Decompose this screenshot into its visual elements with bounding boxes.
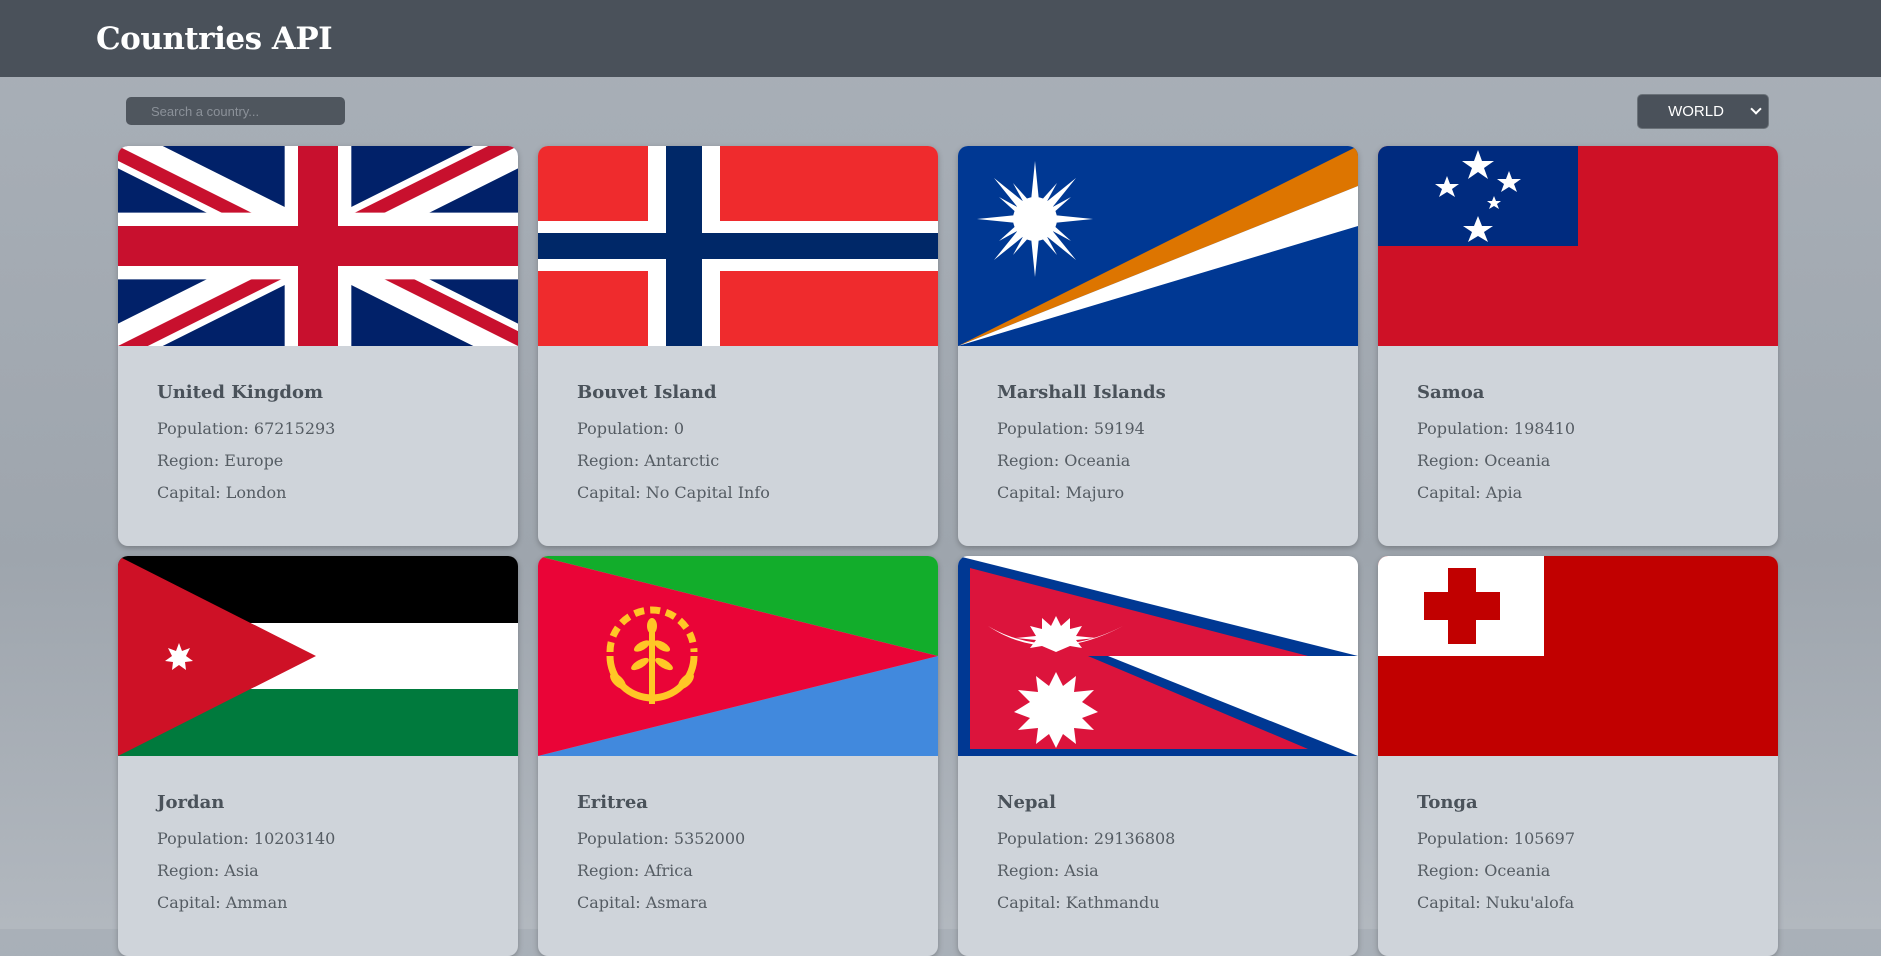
region-line: Region: Asia (157, 861, 259, 880)
population-line: Population: 0 (577, 419, 685, 438)
region-line: Region: Asia (997, 861, 1099, 880)
population-line: Population: 198410 (1417, 419, 1575, 438)
marshall-islands-flag (958, 146, 1358, 346)
country-card[interactable]: Bouvet Island Population: 0 Region: Anta… (538, 146, 938, 546)
population-line: Population: 67215293 (157, 419, 336, 438)
country-name: Marshall Islands (997, 382, 1166, 403)
country-card[interactable]: Tonga Population: 105697 Region: Oceania… (1378, 556, 1778, 956)
capital-line: Capital: London (157, 483, 287, 502)
chevron-down-icon (1750, 103, 1762, 115)
region-line: Region: Oceania (1417, 451, 1551, 470)
region-line: Region: Oceania (997, 451, 1131, 470)
region-line: Region: Europe (157, 451, 284, 470)
population-line: Population: 10203140 (157, 829, 336, 848)
country-card[interactable]: Marshall Islands Population: 59194 Regio… (958, 146, 1358, 546)
country-name: Tonga (1417, 792, 1478, 813)
capital-line: Capital: No Capital Info (577, 483, 770, 502)
capital-line: Capital: Apia (1417, 483, 1523, 502)
country-name: Samoa (1417, 382, 1485, 403)
united-kingdom-flag (118, 146, 518, 346)
nepal-flag (958, 556, 1358, 756)
country-card[interactable]: Nepal Population: 29136808 Region: Asia … (958, 556, 1358, 956)
capital-line: Capital: Asmara (577, 893, 708, 912)
country-card[interactable]: Samoa Population: 198410 Region: Oceania… (1378, 146, 1778, 546)
capital-line: Capital: Kathmandu (997, 893, 1160, 912)
controls-bar: WORLD (0, 77, 1881, 147)
population-line: Population: 29136808 (997, 829, 1176, 848)
country-name: Nepal (997, 792, 1056, 813)
region-line: Region: Antarctic (577, 451, 720, 470)
capital-line: Capital: Amman (157, 893, 288, 912)
population-line: Population: 59194 (997, 419, 1145, 438)
population-line: Population: 105697 (1417, 829, 1575, 848)
region-line: Region: Africa (577, 861, 693, 880)
jordan-flag (118, 556, 518, 756)
capital-line: Capital: Majuro (997, 483, 1125, 502)
country-name: Eritrea (577, 792, 648, 813)
country-card[interactable]: Jordan Population: 10203140 Region: Asia… (118, 556, 518, 956)
country-card[interactable]: United Kingdom Population: 67215293 Regi… (118, 146, 518, 546)
search-input[interactable] (126, 97, 345, 125)
country-card[interactable]: Eritrea Population: 5352000 Region: Afri… (538, 556, 938, 956)
samoa-flag (1378, 146, 1778, 346)
countries-grid: United Kingdom Population: 67215293 Regi… (118, 146, 1778, 956)
tonga-flag (1378, 556, 1778, 756)
country-name: Bouvet Island (577, 382, 717, 403)
region-select-value: WORLD (1668, 103, 1724, 120)
app-title: Countries API (96, 20, 333, 57)
population-line: Population: 5352000 (577, 829, 746, 848)
navbar: Countries API (0, 0, 1881, 77)
capital-line: Capital: Nuku'alofa (1417, 893, 1575, 912)
eritrea-flag (538, 556, 938, 756)
region-select[interactable]: WORLD (1637, 94, 1769, 129)
bouvet-island-flag (538, 146, 938, 346)
country-name: Jordan (157, 792, 225, 813)
region-line: Region: Oceania (1417, 861, 1551, 880)
country-name: United Kingdom (157, 382, 324, 403)
